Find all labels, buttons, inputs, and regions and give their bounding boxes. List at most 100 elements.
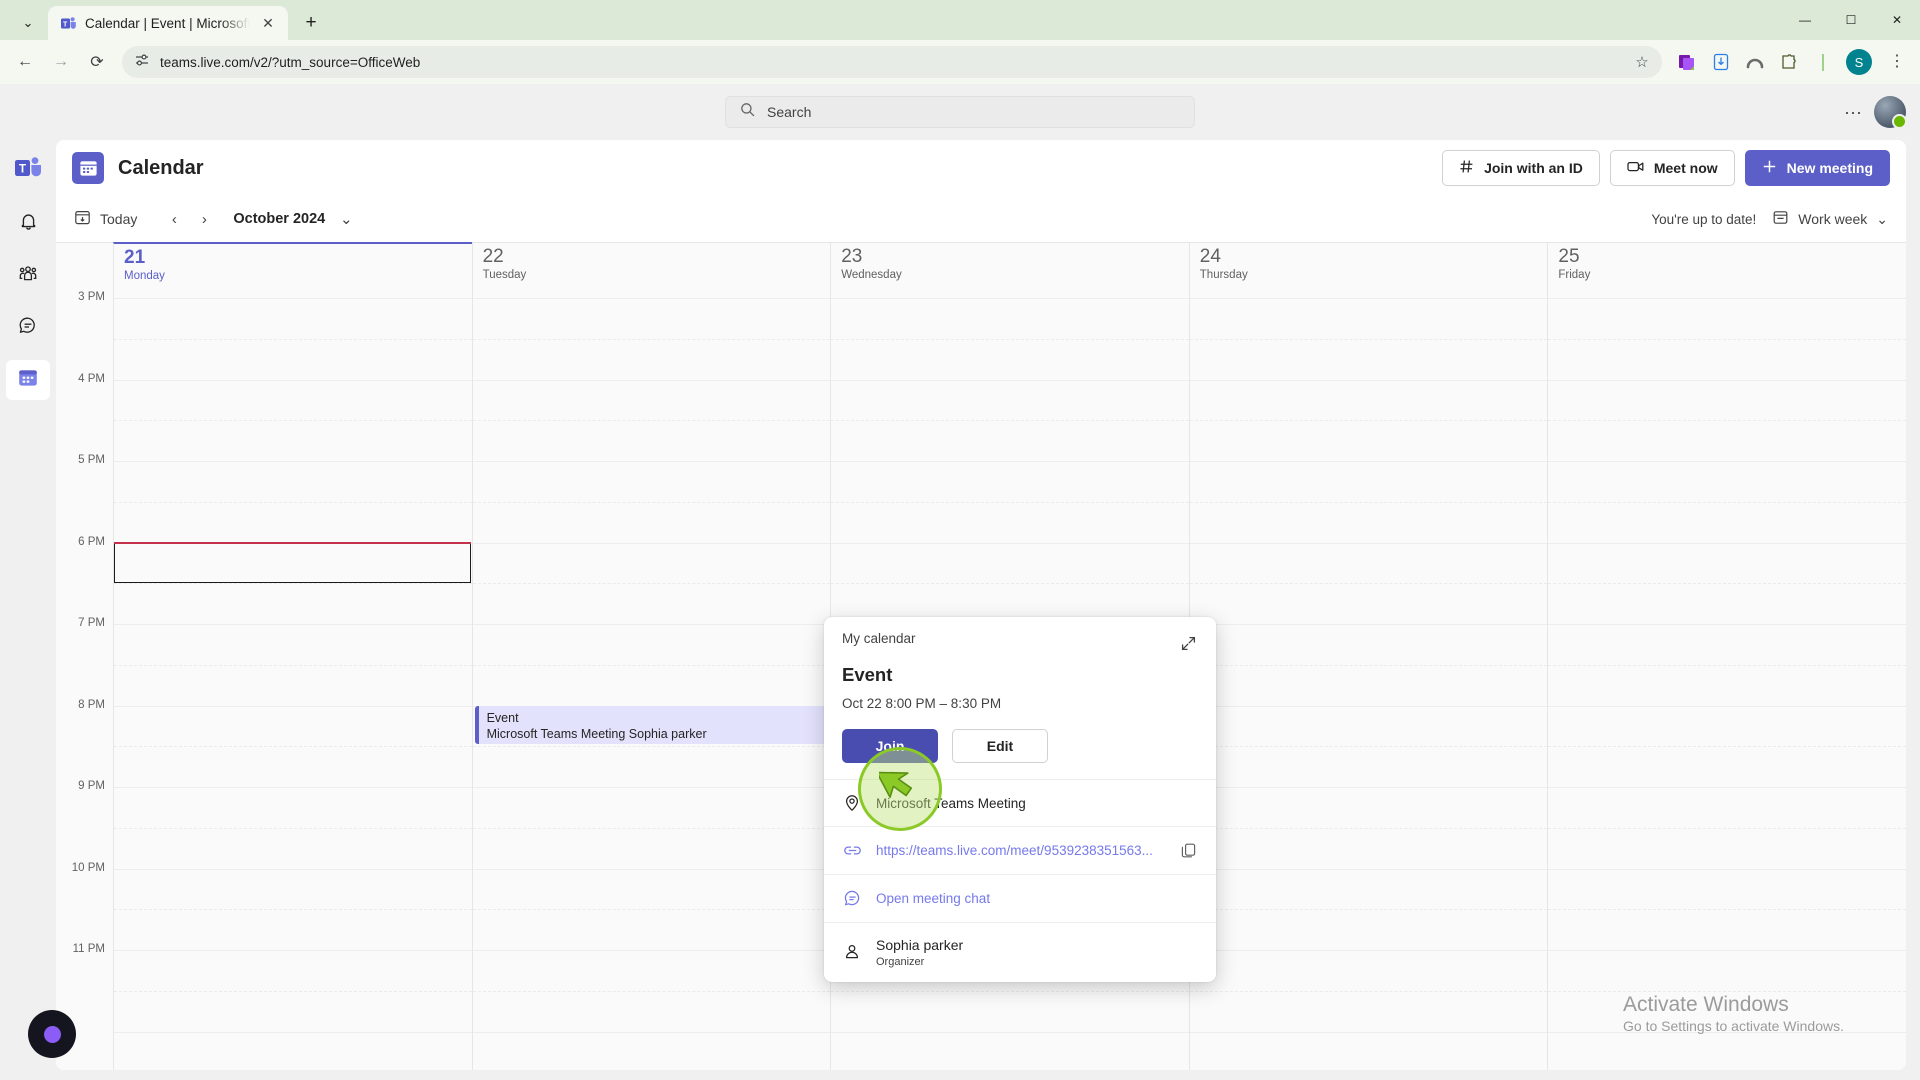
calendar-toolbar-right: You're up to date! Work week ⌄ (1651, 209, 1888, 229)
hour-gridline (1548, 624, 1906, 625)
screen-recorder-indicator[interactable] (28, 1010, 76, 1058)
copy-icon[interactable] (1176, 839, 1200, 863)
popup-meeting-link-row: https://teams.live.com/meet/953923835156… (824, 826, 1216, 874)
day-name: Friday (1558, 268, 1591, 281)
selected-time-slot[interactable] (113, 542, 471, 584)
half-hour-gridline (831, 501, 1189, 503)
day-name: Tuesday (482, 268, 527, 281)
hour-label: 11 PM (72, 943, 105, 955)
half-hour-gridline (831, 338, 1189, 340)
month-chevron-down-icon[interactable]: ⌄ (331, 204, 361, 234)
close-icon[interactable]: ✕ (258, 13, 278, 33)
minimize-button[interactable]: — (1782, 0, 1828, 40)
popup-meeting-link[interactable]: https://teams.live.com/meet/953923835156… (876, 843, 1153, 858)
join-button[interactable]: Join (842, 729, 938, 763)
day-name: Thursday (1199, 268, 1248, 281)
expand-icon[interactable] (1176, 631, 1200, 655)
day-header-friday[interactable]: 25 Friday (1547, 243, 1906, 290)
sidebar-item-communities[interactable] (6, 256, 50, 296)
day-column-thursday[interactable] (1188, 290, 1548, 1070)
hour-gridline (1548, 379, 1906, 381)
half-hour-gridline (1548, 746, 1906, 748)
forward-icon[interactable]: → (44, 45, 78, 79)
next-week-button[interactable]: › (189, 204, 219, 234)
organizer-name: Sophia parker (876, 937, 964, 953)
calendar-toolbar: Today ‹ › October 2024 ⌄ You're up to da… (56, 196, 1906, 242)
teams-logo-icon: T (14, 154, 42, 182)
popup-calendar-name: My calendar (842, 631, 916, 646)
popup-event-time: Oct 22 8:00 PM – 8:30 PM (842, 696, 1002, 711)
bookmark-star-icon[interactable]: ☆ (1630, 50, 1654, 74)
view-label: Work week (1798, 211, 1868, 227)
edit-button[interactable]: Edit (952, 729, 1048, 763)
site-settings-icon[interactable] (134, 52, 150, 73)
half-hour-gridline (1189, 827, 1548, 829)
hour-gridline (114, 787, 472, 788)
window-close-button[interactable]: ✕ (1874, 0, 1920, 40)
hour-gridline (831, 379, 1189, 381)
join-with-id-button[interactable]: Join with an ID (1442, 150, 1600, 186)
half-hour-gridline (472, 909, 831, 911)
hour-gridline (1548, 1031, 1906, 1033)
half-hour-gridline (1189, 664, 1548, 666)
extension-blue-icon[interactable] (1706, 47, 1736, 77)
half-hour-gridline (1548, 583, 1906, 585)
arch-extension-icon[interactable] (1740, 47, 1770, 77)
teams-search-input[interactable]: Search (725, 96, 1195, 128)
tab-search-chevron-icon[interactable]: ⌄ (8, 6, 48, 40)
svg-text:T: T (19, 164, 26, 176)
new-meeting-button[interactable]: New meeting (1744, 150, 1890, 186)
user-avatar[interactable] (1874, 96, 1907, 129)
hour-gridline (1189, 950, 1548, 951)
popup-event-title: Event (842, 664, 893, 685)
half-hour-gridline (1189, 990, 1548, 992)
browser-menu-icon[interactable]: ⋮ (1882, 47, 1912, 77)
popup-meeting-chat-row[interactable]: Open meeting chat (824, 874, 1216, 922)
extensions-puzzle-icon[interactable] (1774, 47, 1804, 77)
page-title: Calendar (118, 156, 204, 179)
day-number: 24 (1199, 246, 1221, 267)
day-name: Monday (124, 269, 165, 282)
reload-icon[interactable]: ⟳ (80, 45, 114, 79)
hour-gridline (114, 1031, 472, 1033)
today-button[interactable]: Today (74, 209, 137, 229)
calendar-event-chip[interactable]: Event Microsoft Teams Meeting Sophia park… (474, 705, 829, 745)
day-header-thursday[interactable]: 24 Thursday (1188, 243, 1548, 290)
hour-gridline (1548, 705, 1906, 707)
chat-icon (17, 315, 39, 342)
address-bar[interactable]: teams.live.com/v2/?utm_source=OfficeWeb … (122, 46, 1662, 78)
half-hour-gridline (114, 338, 472, 340)
sidebar-item-chat[interactable] (6, 308, 50, 348)
browser-tab[interactable]: T Calendar | Event | Microsoft Tea ✕ (48, 6, 288, 40)
hour-label: 9 PM (78, 780, 105, 792)
view-selector[interactable]: Work week ⌄ (1772, 209, 1888, 229)
meet-now-button[interactable]: Meet now (1609, 150, 1735, 186)
maximize-button[interactable]: ☐ (1828, 0, 1874, 40)
day-column-monday[interactable] (113, 290, 472, 1070)
more-options-icon[interactable]: ··· (1844, 103, 1862, 121)
sidebar-item-activity[interactable] (6, 204, 50, 244)
sidebar-item-calendar[interactable] (6, 360, 50, 400)
extension-purple-icon[interactable] (1672, 47, 1702, 77)
new-tab-button[interactable]: + (294, 6, 328, 40)
teams-topbar-right: ··· (1844, 96, 1907, 129)
day-header-monday[interactable]: 21 Monday (113, 242, 472, 290)
day-header-tuesday[interactable]: 22 Tuesday (471, 243, 831, 290)
hour-gridline (472, 624, 831, 625)
half-hour-gridline (1548, 827, 1906, 829)
search-icon (740, 102, 755, 122)
hour-label: 6 PM (78, 535, 105, 548)
hour-label: 7 PM (78, 617, 105, 629)
back-icon[interactable]: ← (8, 45, 42, 79)
half-hour-gridline (1189, 583, 1548, 585)
teams-search-placeholder: Search (767, 104, 812, 120)
time-gutter: 3 PM 4 PM 5 PM 6 PM 7 PM 8 PM 9 PM 10 PM 11 PM (56, 290, 113, 1070)
day-column-friday[interactable] (1547, 290, 1906, 1070)
half-hour-gridline (1548, 338, 1906, 340)
day-header-wednesday[interactable]: 23 Wednesday (830, 243, 1189, 290)
day-column-tuesday[interactable]: Event Microsoft Teams Meeting Sophia park… (471, 290, 831, 1070)
browser-profile-avatar[interactable]: S (1846, 49, 1872, 75)
previous-week-button[interactable]: ‹ (159, 204, 189, 234)
popup-open-meeting-chat[interactable]: Open meeting chat (876, 891, 990, 906)
hour-gridline (1548, 298, 1906, 299)
